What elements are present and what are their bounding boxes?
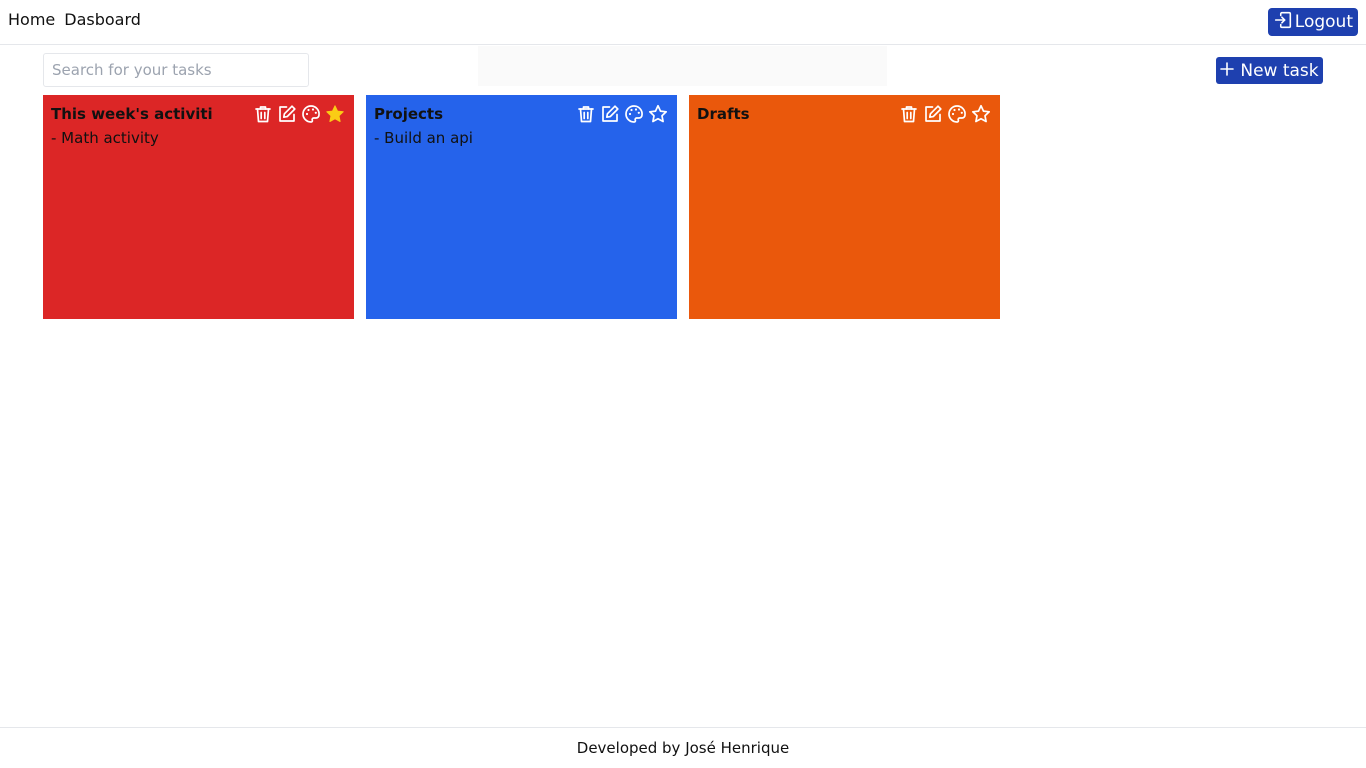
card-header: This week's activiti bbox=[51, 103, 346, 127]
star-icon[interactable] bbox=[970, 103, 992, 125]
task-card[interactable]: Drafts bbox=[689, 95, 1000, 319]
faded-banner bbox=[478, 46, 887, 86]
palette-icon[interactable] bbox=[623, 103, 645, 125]
card-actions bbox=[898, 103, 992, 125]
edit-icon[interactable] bbox=[276, 103, 298, 125]
card-item: - Build an api bbox=[374, 129, 473, 147]
card-actions bbox=[252, 103, 346, 125]
card-title: Drafts bbox=[697, 105, 750, 123]
sign-in-icon bbox=[1274, 11, 1292, 34]
nav-links: Home Dasboard bbox=[8, 10, 141, 29]
nav-link-dashboard[interactable]: Dasboard bbox=[64, 10, 141, 29]
card-header: Drafts bbox=[697, 103, 992, 127]
star-filled-icon[interactable] bbox=[324, 103, 346, 125]
footer: Developed by José Henrique bbox=[0, 727, 1366, 768]
logout-label: Logout bbox=[1294, 12, 1353, 32]
palette-icon[interactable] bbox=[300, 103, 322, 125]
palette-icon[interactable] bbox=[946, 103, 968, 125]
plus-icon bbox=[1220, 61, 1235, 81]
trash-icon[interactable] bbox=[252, 103, 274, 125]
card-header: Projects bbox=[374, 103, 669, 127]
nav-link-home[interactable]: Home bbox=[8, 10, 55, 29]
card-actions bbox=[575, 103, 669, 125]
trash-icon[interactable] bbox=[575, 103, 597, 125]
trash-icon[interactable] bbox=[898, 103, 920, 125]
card-title: This week's activiti bbox=[51, 105, 213, 123]
task-card[interactable]: This week's activiti - Math activity bbox=[43, 95, 354, 319]
footer-credit: Developed by José Henrique bbox=[576, 739, 790, 757]
new-task-label: New task bbox=[1240, 60, 1319, 81]
logout-button[interactable]: Logout bbox=[1267, 8, 1358, 36]
star-icon[interactable] bbox=[647, 103, 669, 125]
card-title: Projects bbox=[374, 105, 444, 123]
navbar: Home Dasboard Logout bbox=[0, 0, 1366, 45]
edit-icon[interactable] bbox=[599, 103, 621, 125]
new-task-button[interactable]: New task bbox=[1216, 57, 1323, 84]
card-item: - Math activity bbox=[51, 129, 159, 147]
task-card[interactable]: Projects - Build an api bbox=[366, 95, 677, 319]
task-cards: This week's activiti - Math activity Proje… bbox=[43, 95, 1000, 319]
edit-icon[interactable] bbox=[922, 103, 944, 125]
search-input[interactable] bbox=[43, 53, 309, 87]
